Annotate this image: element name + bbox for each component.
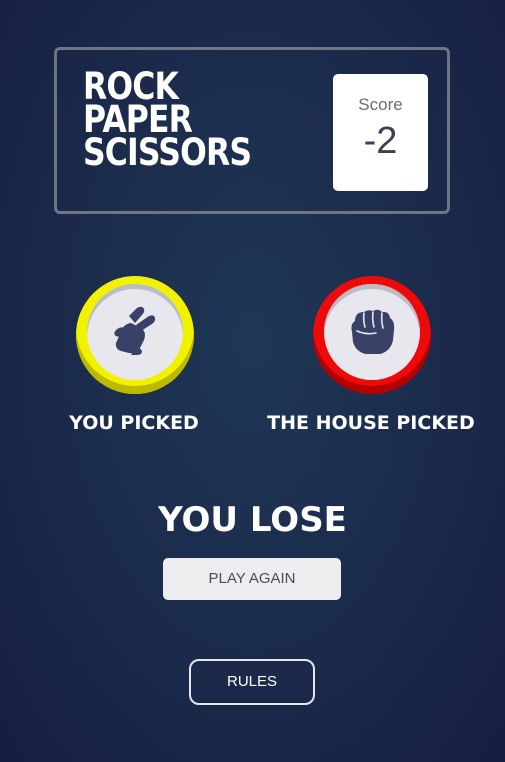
title-line-scissors: SCISSORS xyxy=(83,131,252,174)
header-panel: ROCK PAPER SCISSORS Score -2 xyxy=(54,47,450,214)
play-again-button[interactable]: PLAY AGAIN xyxy=(163,558,341,600)
score-value: -2 xyxy=(363,120,398,162)
rock-fist-icon xyxy=(351,309,395,354)
scissors-hand-icon xyxy=(114,306,156,355)
score-box: Score -2 xyxy=(333,74,428,191)
player-pick-inner xyxy=(87,284,183,380)
house-pick-label: THE HOUSE PICKED xyxy=(267,412,475,434)
result-text: YOU LOSE xyxy=(158,500,347,540)
house-pick-inner xyxy=(324,284,420,380)
score-label: Score xyxy=(358,95,403,114)
rules-button[interactable]: RULES xyxy=(189,659,315,705)
house-pick xyxy=(313,276,431,396)
player-pick xyxy=(76,276,194,396)
player-pick-label: YOU PICKED xyxy=(69,412,199,434)
game-title: ROCK PAPER SCISSORS xyxy=(83,68,252,174)
